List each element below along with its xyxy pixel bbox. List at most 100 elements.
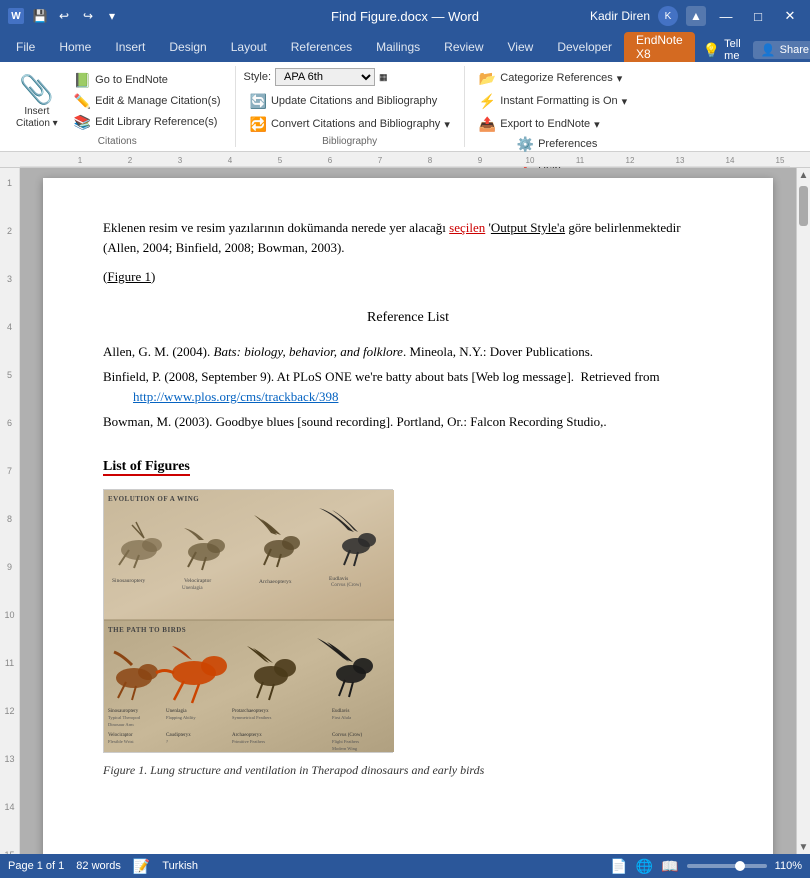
- svg-text:Archaeopteryx: Archaeopteryx: [232, 733, 262, 738]
- quick-access-dropdown[interactable]: ▾: [102, 6, 122, 26]
- categorize-button[interactable]: 📂 Categorize References ▾: [473, 68, 628, 88]
- svg-text:14: 14: [726, 156, 735, 165]
- svg-text:7: 7: [378, 156, 383, 165]
- scroll-thumb[interactable]: [799, 186, 808, 226]
- svg-text:13: 13: [676, 156, 685, 165]
- maximize-button[interactable]: □: [746, 4, 770, 28]
- style-label: Style:: [244, 71, 272, 83]
- edit-manage-button[interactable]: ✏️ Edit & Manage Citation(s): [68, 91, 227, 111]
- svg-text:THE PATH TO BIRDS: THE PATH TO BIRDS: [108, 626, 186, 634]
- tab-view[interactable]: View: [496, 32, 546, 62]
- reference-binfield: Binfield, P. (2008, September 9). At PLo…: [103, 367, 713, 406]
- svg-text:Protarchaeopteryx: Protarchaeopteryx: [232, 709, 269, 714]
- redo-button[interactable]: ↪: [78, 6, 98, 26]
- view-read-icon[interactable]: 📖: [661, 858, 678, 875]
- scroll-up-button[interactable]: ▲: [797, 168, 810, 182]
- svg-text:Eudlavis: Eudlavis: [332, 709, 350, 714]
- style-row: Style: APA 6th ▦: [244, 68, 388, 86]
- tell-me[interactable]: 💡 Tell me: [703, 38, 741, 62]
- svg-text:6: 6: [328, 156, 333, 165]
- tab-home[interactable]: Home: [47, 32, 103, 62]
- citations-buttons: 📎 InsertCitation ▾ 📗 Go to EndNote ✏️ Ed…: [8, 68, 227, 134]
- zoom-level: 110%: [775, 860, 802, 872]
- svg-text:Symmetrical Feathers: Symmetrical Feathers: [232, 715, 272, 720]
- update-citations-label: Update Citations and Bibliography: [271, 95, 437, 107]
- edit-library-button[interactable]: 📚 Edit Library Reference(s): [68, 112, 227, 132]
- ribbon-tabs: File Home Insert Design Layout Reference…: [0, 32, 810, 62]
- update-icon: 🔄: [250, 93, 267, 110]
- close-button[interactable]: ✕: [778, 4, 802, 28]
- style-dropdown[interactable]: APA 6th: [275, 68, 375, 86]
- tab-file[interactable]: File: [4, 32, 47, 62]
- zoom-thumb[interactable]: [735, 861, 745, 871]
- svg-text:Sinosauroptery: Sinosauroptery: [108, 709, 139, 714]
- library-icon: 📚: [74, 114, 91, 131]
- document-area: 1 2 3 4 5 6 7 8 9 10 11 12 13 14 15 Ekle…: [0, 168, 810, 854]
- minimize-button[interactable]: —: [714, 4, 738, 28]
- spell-check-icon: 📝: [133, 858, 150, 875]
- scrollbar-vertical[interactable]: ▲ ▼: [796, 168, 810, 854]
- save-button[interactable]: 💾: [30, 6, 50, 26]
- svg-text:9: 9: [478, 156, 483, 165]
- view-normal-icon[interactable]: 📄: [610, 858, 627, 875]
- svg-text:Typical Theropod: Typical Theropod: [108, 715, 141, 720]
- expand-icon: ▦: [379, 72, 388, 83]
- svg-text:Corvus (Crow): Corvus (Crow): [331, 583, 361, 588]
- document-title: Find Figure.docx — Word: [331, 9, 479, 24]
- ribbon-group-bibliography: Style: APA 6th ▦ 🔄 Update Citations and …: [236, 66, 465, 147]
- convert-citations-button[interactable]: 🔁 Convert Citations and Bibliography ▾: [244, 114, 456, 134]
- reference-bowman: Bowman, M. (2003). Goodbye blues [sound …: [103, 412, 713, 432]
- svg-text:Dinosaur Arm: Dinosaur Arm: [108, 722, 134, 727]
- tab-design[interactable]: Design: [157, 32, 218, 62]
- tab-review[interactable]: Review: [432, 32, 495, 62]
- export-dropdown: ▾: [594, 118, 600, 131]
- insert-citation-button[interactable]: 📎 InsertCitation ▾: [8, 68, 66, 134]
- svg-text:First Alula: First Alula: [332, 715, 351, 720]
- ribbon-group-citations: 📎 InsertCitation ▾ 📗 Go to EndNote ✏️ Ed…: [0, 66, 236, 147]
- instant-formatting-button[interactable]: ⚡ Instant Formatting is On ▾: [473, 91, 633, 111]
- margin-numbers: 1 2 3 4 5 6 7 8 9 10 11 12 13 14 15: [0, 168, 20, 854]
- svg-text:Modern Wing: Modern Wing: [332, 746, 358, 751]
- user-avatar: K: [658, 6, 678, 26]
- preferences-label: Preferences: [538, 138, 597, 150]
- word-icon: W: [8, 8, 24, 24]
- undo-button[interactable]: ↩: [54, 6, 74, 26]
- preferences-button[interactable]: ⚙️ Preferences: [511, 134, 604, 154]
- bibliography-buttons: Style: APA 6th ▦ 🔄 Update Citations and …: [244, 68, 456, 134]
- document-scroll[interactable]: Eklenen resim ve resim yazılarının doküm…: [20, 168, 796, 854]
- go-to-endnote-button[interactable]: 📗 Go to EndNote: [68, 70, 227, 90]
- figure-link[interactable]: Figure 1: [107, 269, 151, 284]
- output-style-link[interactable]: Output Style'a: [491, 220, 565, 235]
- tab-references[interactable]: References: [279, 32, 364, 62]
- svg-text:Primitive Feathers: Primitive Feathers: [232, 739, 265, 744]
- svg-text:?: ?: [166, 739, 168, 744]
- tab-insert[interactable]: Insert: [103, 32, 157, 62]
- svg-text:11: 11: [576, 156, 585, 165]
- svg-text:1: 1: [78, 156, 83, 165]
- svg-text:Flapping Ability: Flapping Ability: [166, 715, 196, 720]
- svg-text:5: 5: [278, 156, 283, 165]
- export-label: Export to EndNote: [500, 118, 590, 130]
- export-button[interactable]: 📤 Export to EndNote ▾: [473, 114, 606, 134]
- share-button[interactable]: 👤Share: [753, 41, 810, 59]
- ruler-svg: 123 456 789 101112 131415: [20, 153, 790, 167]
- citations-small-buttons: 📗 Go to EndNote ✏️ Edit & Manage Citatio…: [68, 70, 227, 132]
- tab-mailings[interactable]: Mailings: [364, 32, 432, 62]
- export-icon: 📤: [479, 116, 496, 133]
- view-web-icon[interactable]: 🌐: [636, 858, 653, 875]
- scroll-down-button[interactable]: ▼: [797, 840, 810, 854]
- ribbon-group-tools: 📂 Categorize References ▾ ⚡ Instant Form…: [465, 66, 641, 147]
- zoom-slider[interactable]: [687, 864, 767, 868]
- insert-citation-icon: 📎: [19, 73, 54, 106]
- tab-layout[interactable]: Layout: [219, 32, 279, 62]
- username: Kadir Diren: [590, 9, 650, 23]
- binfield-link[interactable]: http://www.plos.org/cms/trackback/398: [133, 389, 338, 404]
- edit-icon: ✏️: [74, 93, 91, 110]
- update-citations-button[interactable]: 🔄 Update Citations and Bibliography: [244, 91, 444, 111]
- ribbon-collapse-button[interactable]: ▲: [686, 6, 706, 26]
- tab-developer[interactable]: Developer: [545, 32, 624, 62]
- reference-list-title: Reference List: [103, 307, 713, 328]
- edit-manage-label: Edit & Manage Citation(s): [95, 95, 220, 107]
- paragraph-2: (Figure 1): [103, 267, 713, 287]
- tab-endnote[interactable]: EndNote X8: [624, 32, 695, 62]
